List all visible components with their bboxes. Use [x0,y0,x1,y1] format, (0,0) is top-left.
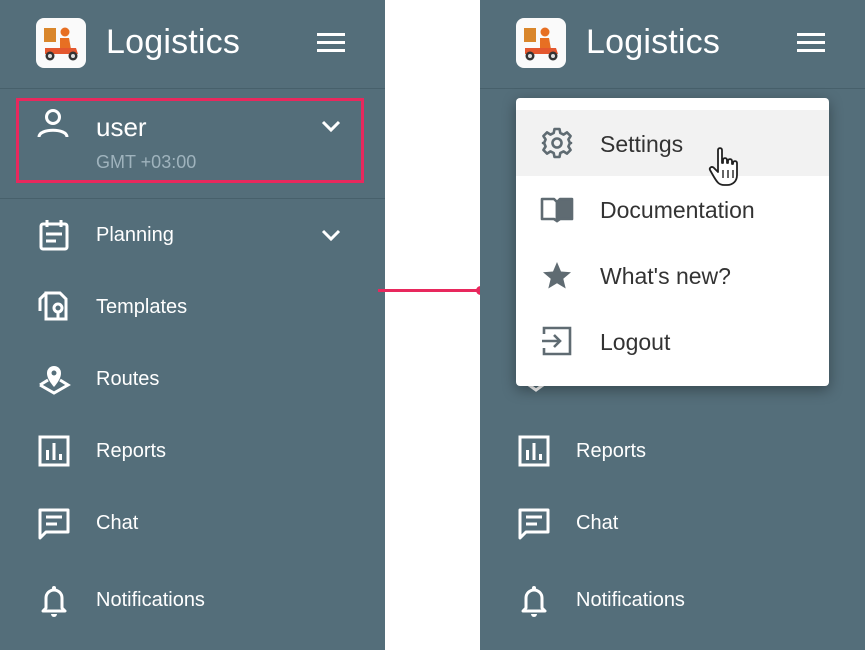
map-pin-icon [39,366,71,395]
nav-label-chat: Chat [576,512,619,534]
app-logo-icon[interactable] [516,18,566,68]
nav-label-reports: Reports [576,440,647,462]
bell-icon [41,586,67,617]
sidebar-header: Logistics [480,0,865,89]
nav-item-routes[interactable]: Routes [0,347,385,409]
nav-label-planning: Planning [96,224,174,246]
menu-item-logout[interactable]: Logout [516,308,829,374]
nav-item-notifications[interactable]: Notifications [480,568,865,630]
hamburger-icon[interactable] [317,33,345,53]
calendar-icon [39,220,69,251]
nav-label-notifications: Notifications [576,589,685,611]
nav-label-templates: Templates [96,296,188,318]
nav-item-chat[interactable]: Chat [480,491,865,553]
chat-icon [38,508,70,540]
star-icon [543,262,571,289]
nav-label-reports: Reports [96,440,167,462]
nav-label-notifications: Notifications [96,589,205,611]
hamburger-icon[interactable] [797,33,825,53]
nav-label-routes: Routes [96,368,160,390]
nav-item-reports[interactable]: Reports [0,419,385,481]
nav-item-reports[interactable]: Reports [480,419,865,481]
app-logo-icon[interactable] [36,18,86,68]
menu-label-whats-new: What's new? [600,263,731,289]
menu-label-settings: Settings [600,131,684,157]
app-title: Logistics [586,23,721,61]
bar-chart-icon [518,435,550,467]
hand-cursor-icon [708,147,738,186]
user-highlight-box [16,98,364,183]
logout-icon [542,326,572,356]
nav-item-planning[interactable]: Planning [0,203,385,265]
menu-label-documentation: Documentation [600,197,755,223]
menu-item-whats-new[interactable]: What's new? [516,242,829,308]
template-icon [38,291,68,321]
bar-chart-icon [38,435,70,467]
app-title: Logistics [106,23,241,61]
user-account-section[interactable]: user GMT +03:00 [0,88,385,199]
nav-item-chat[interactable]: Chat [0,491,385,553]
book-icon [540,197,574,223]
bell-icon [521,586,547,617]
connector-line [378,289,480,292]
user-dropdown-menu: Settings Documentation What's new? Logou… [516,98,829,386]
nav-label-chat: Chat [96,512,139,534]
menu-label-logout: Logout [600,329,671,355]
menu-item-documentation[interactable]: Documentation [516,176,829,242]
nav-item-templates[interactable]: Templates [0,275,385,337]
sidebar-left: Logistics user GMT +03:00 Planning Templ… [0,0,385,650]
gear-icon [541,127,573,159]
chevron-down-icon[interactable] [318,225,344,245]
chat-icon [518,508,550,540]
sidebar-header: Logistics [0,0,385,89]
nav-item-notifications[interactable]: Notifications [0,568,385,630]
menu-item-settings[interactable]: Settings [516,110,829,176]
